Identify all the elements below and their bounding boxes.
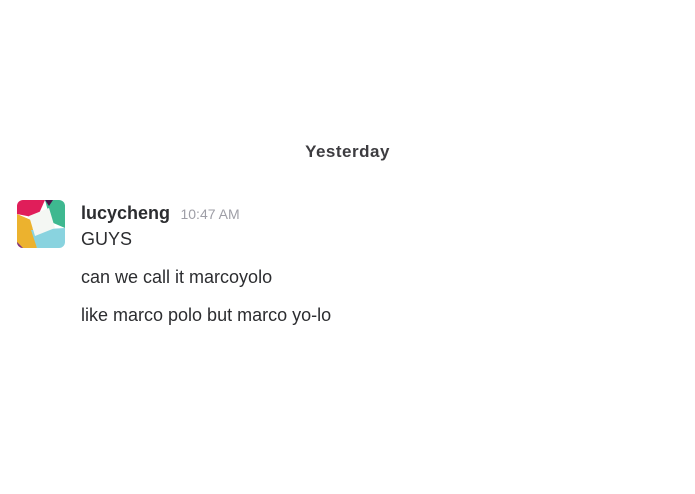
message-text: GUYS	[81, 229, 133, 249]
username-link[interactable]: lucycheng	[81, 203, 170, 223]
message-text: can we call it marcoyolo	[81, 267, 273, 287]
slack-logo-avatar-icon[interactable]	[17, 200, 65, 248]
day-divider-label: Yesterday	[305, 142, 390, 161]
message-body: lucycheng 10:47 AM GUYS can we call it m…	[81, 200, 677, 327]
avatar-graphic	[17, 200, 65, 248]
message-header: lucycheng 10:47 AM	[81, 200, 677, 226]
day-divider: Yesterday	[0, 138, 695, 162]
chat-page: Yesterday lucycheng 10:47 AM GUYS can we…	[0, 0, 695, 494]
message-text: like marco polo but marco yo-lo	[81, 305, 332, 325]
message-timestamp[interactable]: 10:47 AM	[180, 206, 239, 222]
